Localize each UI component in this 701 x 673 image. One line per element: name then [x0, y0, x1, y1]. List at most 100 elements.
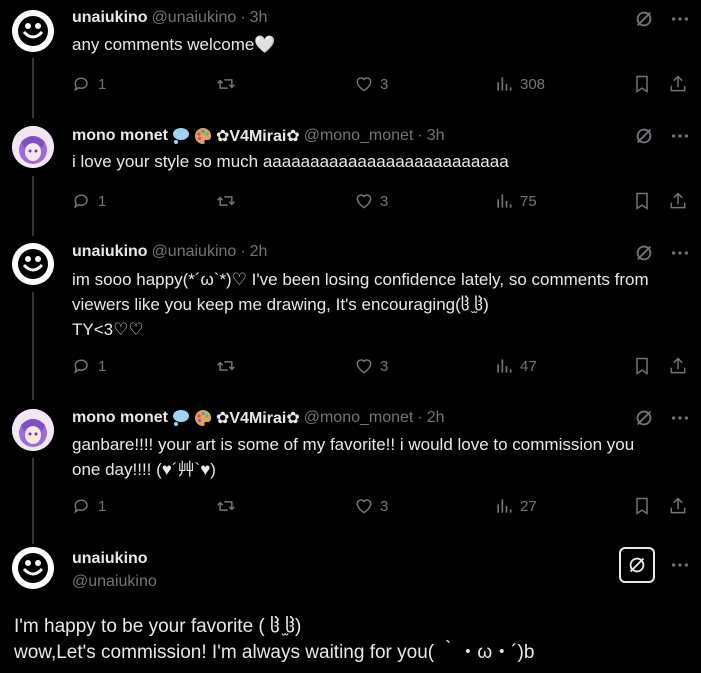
share-icon	[670, 497, 686, 514]
analytics-icon	[497, 499, 512, 513]
retweet-button[interactable]	[216, 356, 236, 376]
reply-icon	[74, 77, 88, 92]
grok-icon[interactable]	[633, 125, 655, 147]
grok-icon[interactable]	[633, 242, 655, 264]
bookmark-button[interactable]	[632, 74, 652, 94]
share-icon	[670, 357, 686, 374]
like-count: 3	[380, 497, 389, 515]
share-button[interactable]	[668, 74, 688, 94]
avatar[interactable]	[12, 126, 54, 168]
main-post-text: I'm happy to be your favorite ( ჱ̒ ̫ჱ̒) …	[14, 614, 534, 666]
bookmark-button[interactable]	[632, 191, 652, 211]
avatar[interactable]	[12, 243, 54, 285]
reply-count: 1	[98, 75, 107, 93]
retweet-button[interactable]	[216, 496, 236, 516]
author-name[interactable]: unaiukino	[72, 9, 148, 27]
like-button[interactable]: 3	[354, 496, 388, 516]
separator-dot: ·	[417, 127, 423, 144]
view-count: 75	[520, 192, 537, 210]
reply-post[interactable]: mono monet ✿V4Mirai✿ @mono_monet · 3h i …	[0, 117, 701, 234]
main-post-author-handle[interactable]: @unaiukino	[72, 573, 157, 591]
view-count: 47	[520, 357, 537, 375]
palette-emoji	[194, 127, 212, 145]
like-button[interactable]: 3	[354, 356, 388, 376]
share-icon	[670, 75, 686, 92]
author-handle[interactable]: @unaiukino	[152, 9, 237, 27]
post-text-line: im sooo happy(*´ω`*)♡ I've been losing c…	[72, 270, 649, 289]
bookmark-icon	[636, 75, 648, 93]
share-icon	[670, 192, 686, 209]
analytics-icon	[497, 77, 512, 91]
share-button[interactable]	[668, 356, 688, 376]
view-count: 27	[520, 497, 537, 515]
reply-icon	[74, 359, 88, 374]
more-icon[interactable]	[669, 242, 691, 264]
reply-button[interactable]: 1	[72, 496, 106, 516]
analytics-icon	[497, 194, 512, 208]
retweet-icon	[217, 79, 235, 89]
palette-emoji	[194, 409, 212, 427]
avatar[interactable]	[12, 409, 54, 451]
post-text-line: ganbare!!!! your art is some of my favor…	[72, 435, 635, 454]
separator-dot: ·	[240, 243, 246, 260]
bookmark-button[interactable]	[632, 356, 652, 376]
views-button[interactable]: 308	[494, 74, 545, 94]
retweet-icon	[217, 361, 235, 371]
views-button[interactable]: 27	[494, 496, 537, 516]
reply-post[interactable]: unaiukino @unaiukino · 2h im sooo happy(…	[0, 234, 701, 400]
retweet-button[interactable]	[216, 74, 236, 94]
main-post-text-line: I'm happy to be your favorite ( ჱ̒ ̫ჱ̒)	[14, 616, 302, 637]
retweet-button[interactable]	[216, 191, 236, 211]
reply-post[interactable]: unaiukino @unaiukino · 3h any comments w…	[0, 0, 701, 117]
timestamp[interactable]: 2h	[250, 243, 268, 261]
heart-icon	[356, 359, 372, 374]
analytics-icon	[497, 359, 512, 373]
more-icon[interactable]	[669, 407, 691, 429]
heart-icon	[356, 499, 372, 514]
more-icon[interactable]	[669, 125, 691, 147]
retweet-icon	[217, 196, 235, 206]
author-name[interactable]: unaiukino	[72, 243, 148, 261]
like-count: 3	[380, 75, 389, 93]
heart-icon	[356, 77, 372, 92]
author-handle[interactable]: @mono_monet	[304, 409, 414, 427]
main-post-avatar[interactable]	[12, 547, 54, 589]
author-handle[interactable]: @mono_monet	[304, 127, 414, 145]
grok-icon[interactable]	[633, 407, 655, 429]
share-button[interactable]	[668, 496, 688, 516]
views-button[interactable]: 75	[494, 191, 537, 211]
author-name-suffix[interactable]: ✿V4Mirai✿	[216, 408, 300, 428]
bookmark-icon	[636, 497, 648, 515]
bookmark-button[interactable]	[632, 496, 652, 516]
reply-count: 1	[98, 357, 107, 375]
post-text-line: one day!!!! (♥´艸`♥)	[72, 460, 216, 479]
author-name[interactable]: mono monet	[72, 127, 168, 145]
author-name[interactable]: mono monet	[72, 409, 168, 427]
reply-button[interactable]: 1	[72, 356, 106, 376]
like-count: 3	[380, 192, 389, 210]
author-handle[interactable]: @unaiukino	[152, 243, 237, 261]
speech-bubble-emoji	[172, 409, 190, 427]
timestamp[interactable]: 2h	[427, 409, 445, 427]
share-button[interactable]	[668, 191, 688, 211]
timestamp[interactable]: 3h	[250, 9, 268, 27]
like-button[interactable]: 3	[354, 74, 388, 94]
grok-icon[interactable]	[619, 547, 655, 583]
views-button[interactable]: 47	[494, 356, 537, 376]
reply-button[interactable]: 1	[72, 74, 106, 94]
retweet-icon	[217, 501, 235, 511]
avatar[interactable]	[12, 10, 54, 52]
view-count: 308	[520, 75, 546, 93]
more-icon[interactable]	[669, 8, 691, 30]
grok-icon[interactable]	[633, 8, 655, 30]
separator-dot: ·	[417, 409, 423, 426]
post-text: any comments welcome🤍	[72, 35, 276, 54]
timestamp[interactable]: 3h	[427, 127, 445, 145]
more-icon[interactable]	[669, 554, 691, 576]
speech-bubble-emoji	[172, 127, 190, 145]
reply-post[interactable]: mono monet ✿V4Mirai✿ @mono_monet · 2h ga…	[0, 400, 701, 540]
reply-button[interactable]: 1	[72, 191, 106, 211]
like-button[interactable]: 3	[354, 191, 388, 211]
main-post-author-name[interactable]: unaiukino	[72, 550, 148, 568]
author-name-suffix[interactable]: ✿V4Mirai✿	[216, 126, 300, 146]
